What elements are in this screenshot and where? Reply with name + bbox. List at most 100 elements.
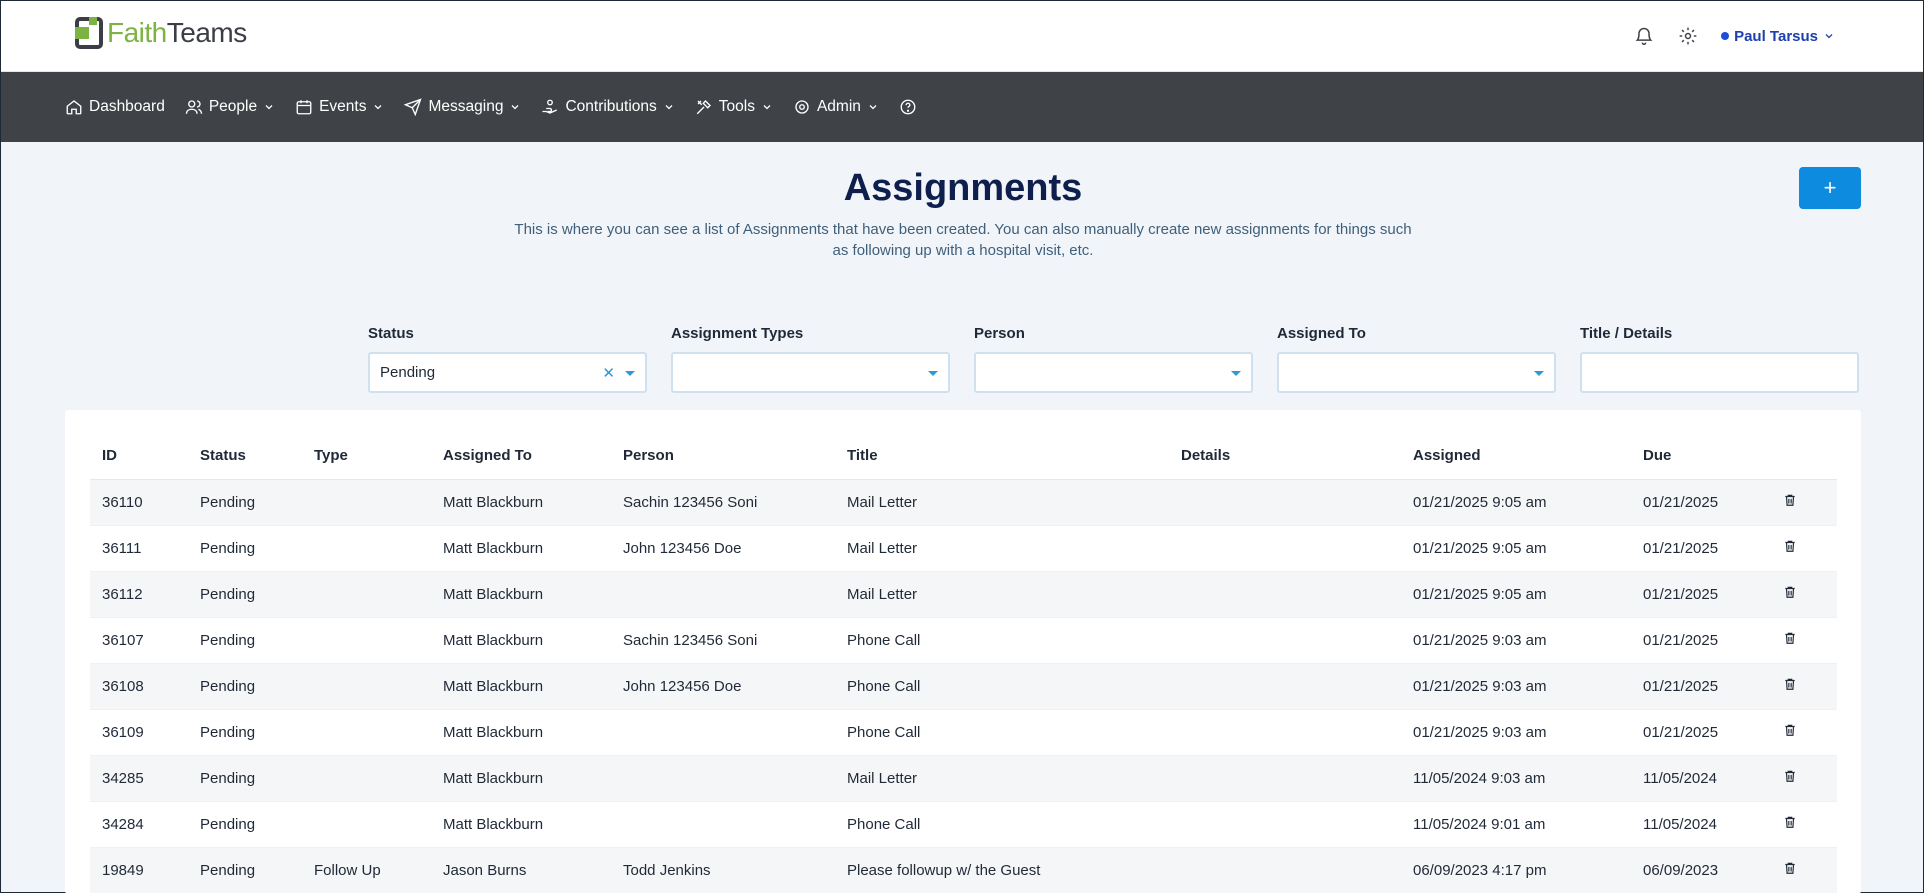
column-header-type[interactable]: Type <box>302 433 431 480</box>
cell-type <box>302 525 431 572</box>
cell-assigned-to: Matt Blackburn <box>431 525 611 572</box>
trash-icon[interactable] <box>1783 676 1797 692</box>
assignment-types-select[interactable] <box>671 352 950 393</box>
cell-due: 06/09/2023 <box>1631 847 1771 893</box>
chevron-down-icon <box>869 105 877 110</box>
cell-assigned-to: Matt Blackburn <box>431 479 611 526</box>
column-header-id[interactable]: ID <box>90 433 188 480</box>
cell-due: 01/21/2025 <box>1631 571 1771 618</box>
title-details-input[interactable] <box>1580 352 1859 393</box>
cell-details <box>1169 663 1401 710</box>
online-status-dot <box>1721 32 1730 40</box>
assigned-to-filter: Assigned To <box>1277 325 1556 393</box>
column-header-assigned[interactable]: Assigned <box>1401 433 1631 480</box>
nav-dashboard[interactable]: Dashboard <box>63 72 179 142</box>
nav-tools[interactable]: Tools <box>693 72 787 142</box>
faithteams-logo[interactable]: FaithTeams <box>75 17 247 49</box>
cell-details <box>1169 801 1401 848</box>
cell-id: 36111 <box>90 525 188 572</box>
cell-assigned-to: Matt Blackburn <box>431 617 611 664</box>
column-header-due[interactable]: Due <box>1631 433 1771 480</box>
send-icon <box>404 98 423 116</box>
user-menu[interactable]: Paul Tarsus <box>1721 28 1835 45</box>
cell-id: 19849 <box>90 847 188 893</box>
chevron-down-icon <box>375 105 382 110</box>
cell-person <box>611 709 835 756</box>
cell-title: Mail Letter <box>835 571 1169 618</box>
cell-due: 01/21/2025 <box>1631 525 1771 572</box>
trash-icon[interactable] <box>1783 860 1797 876</box>
hand-coin-icon <box>542 99 558 114</box>
cell-details <box>1169 617 1401 664</box>
nav-admin[interactable]: Admin <box>791 72 893 142</box>
column-header-title[interactable]: Title <box>835 433 1169 480</box>
logo-mark-icon <box>75 17 103 49</box>
table-row[interactable]: 36109 Pending Matt Blackburn Phone Call 01/2… <box>90 709 1837 756</box>
chevron-down-icon <box>512 105 519 110</box>
filter-bar: Status Pending ✕ Assignment Types Person… <box>368 325 1859 393</box>
table-row[interactable]: 36111 Pending Matt Blackburn John 123456 Do… <box>90 525 1837 572</box>
nav-help[interactable] <box>897 72 931 142</box>
cell-id: 36109 <box>90 709 188 756</box>
trash-icon[interactable] <box>1783 722 1797 738</box>
trash-icon[interactable] <box>1783 630 1797 646</box>
table-row[interactable]: 36108 Pending Matt Blackburn John 123456 Do… <box>90 663 1837 710</box>
person-select[interactable] <box>974 352 1253 393</box>
cell-assigned: 01/21/2025 9:03 am <box>1401 663 1631 710</box>
status-select[interactable]: Pending ✕ <box>368 352 647 393</box>
cell-person: John 123456 Doe <box>611 525 835 572</box>
cell-id: 36110 <box>90 479 188 526</box>
cell-assigned: 01/21/2025 9:05 am <box>1401 525 1631 572</box>
cell-id: 36107 <box>90 617 188 664</box>
trash-icon[interactable] <box>1783 814 1797 830</box>
cell-details <box>1169 479 1401 526</box>
cell-assigned-to: Matt Blackburn <box>431 801 611 848</box>
person-filter: Person <box>974 325 1253 393</box>
cell-id: 34285 <box>90 755 188 802</box>
assigned-to-select[interactable] <box>1277 352 1556 393</box>
chevron-down-icon <box>265 105 273 110</box>
column-header-details[interactable]: Details <box>1169 433 1401 480</box>
table-row[interactable]: 36107 Pending Matt Blackburn Sachin 123456 … <box>90 617 1837 664</box>
trash-icon[interactable] <box>1783 492 1797 508</box>
chevron-down-icon <box>763 105 771 110</box>
cell-status: Pending <box>188 663 302 710</box>
cell-due: 01/21/2025 <box>1631 479 1771 526</box>
nav-messaging[interactable]: Messaging <box>402 72 535 142</box>
help-icon <box>900 99 916 115</box>
table-row[interactable]: 19849 Pending Follow Up Jason Burns Todd Jen… <box>90 847 1837 893</box>
cell-person <box>611 571 835 618</box>
assignment-types-filter-label: Assignment Types <box>671 325 804 342</box>
table-row[interactable]: 34284 Pending Matt Blackburn Phone Call 11/0… <box>90 801 1837 848</box>
cell-details <box>1169 571 1401 618</box>
cell-actions <box>1771 709 1837 756</box>
add-assignment-button[interactable]: + <box>1799 167 1861 209</box>
table-row[interactable]: 36110 Pending Matt Blackburn Sachin 123456 … <box>90 479 1837 526</box>
column-header-status[interactable]: Status <box>188 433 302 480</box>
bell-icon[interactable] <box>1633 25 1655 47</box>
chevron-down-icon <box>1825 34 1833 39</box>
trash-icon[interactable] <box>1783 768 1797 784</box>
people-icon <box>185 100 203 114</box>
cell-details <box>1169 847 1401 893</box>
cell-status: Pending <box>188 755 302 802</box>
column-header-assigned-to[interactable]: Assigned To <box>431 433 611 480</box>
table-row[interactable]: 36112 Pending Matt Blackburn Mail Letter 01/… <box>90 571 1837 618</box>
trash-icon[interactable] <box>1783 584 1797 600</box>
gear-icon[interactable] <box>1677 25 1699 47</box>
cell-person: Todd Jenkins <box>611 847 835 893</box>
caret-down-icon <box>928 371 938 376</box>
cell-person: John 123456 Doe <box>611 663 835 710</box>
nav-contributions[interactable]: Contributions <box>539 72 688 142</box>
table-row[interactable]: 34285 Pending Matt Blackburn Mail Letter 11/… <box>90 755 1837 802</box>
trash-icon[interactable] <box>1783 538 1797 554</box>
nav-events[interactable]: Events <box>293 72 398 142</box>
cell-title: Please followup w/ the Guest <box>835 847 1169 893</box>
cell-type <box>302 617 431 664</box>
column-header-person[interactable]: Person <box>611 433 835 480</box>
cell-assigned: 01/21/2025 9:05 am <box>1401 571 1631 618</box>
cell-status: Pending <box>188 801 302 848</box>
clear-icon[interactable]: ✕ <box>602 364 615 382</box>
gear-icon <box>795 100 809 114</box>
nav-people[interactable]: People <box>183 72 289 142</box>
